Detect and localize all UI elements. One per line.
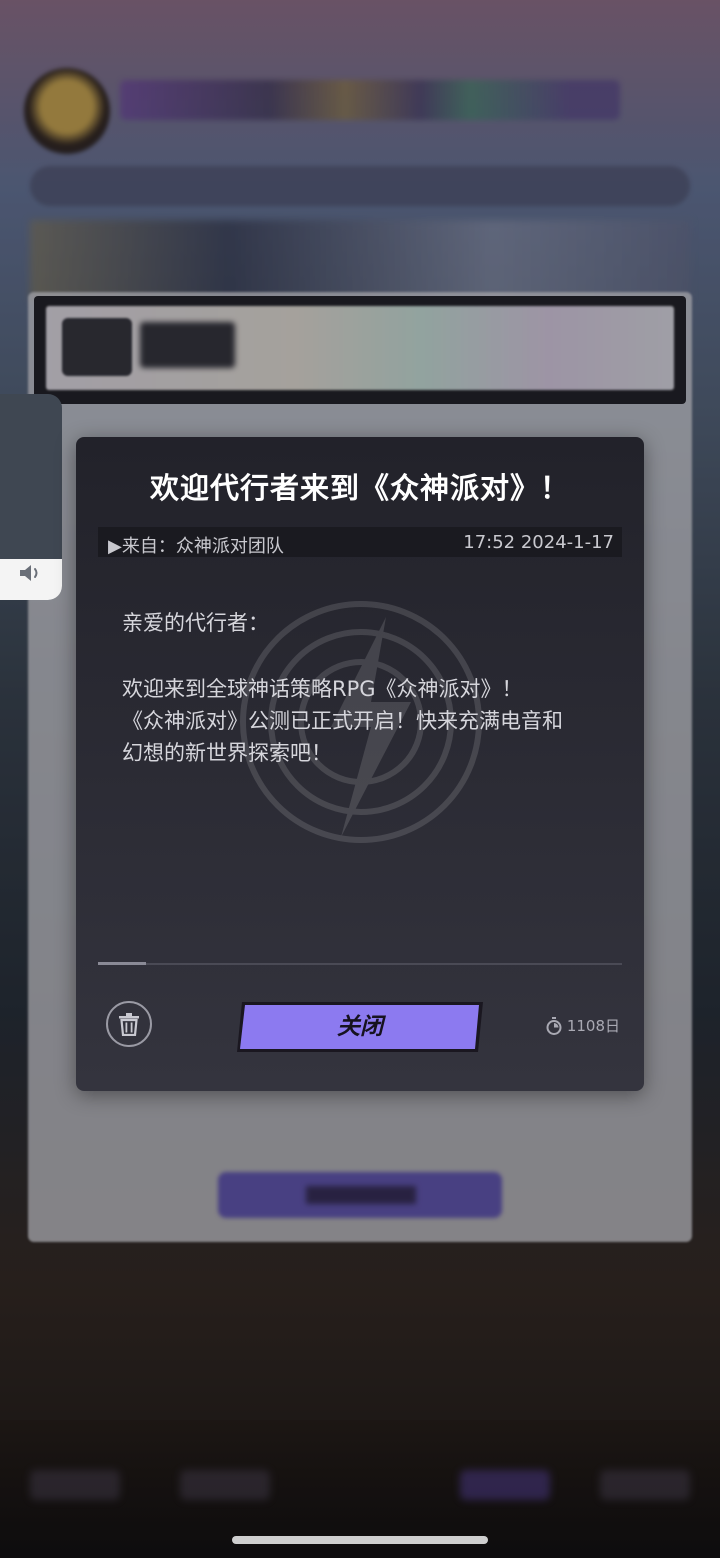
mail-meta-bar: ▶来自：众神派对团队 17:52 2024-1-17	[98, 527, 622, 557]
mail-body-line: 欢迎来到全球神话策略RPG《众神派对》！	[122, 677, 523, 701]
mail-dialog: 欢迎代行者来到《众神派对》！ ▶来自：众神派对团队 17:52 2024-1-1…	[76, 437, 644, 1091]
mail-body-line: 幻想的新世界探索吧！	[122, 741, 332, 765]
volume-hud[interactable]	[0, 394, 62, 600]
mail-timestamp: 17:52 2024-1-17	[463, 532, 614, 553]
delete-mail-button[interactable]	[106, 1001, 152, 1047]
content-scrollbar-thumb[interactable]	[98, 962, 146, 965]
home-indicator[interactable]	[232, 1536, 488, 1544]
mail-title: 欢迎代行者来到《众神派对》！	[149, 471, 570, 505]
mail-expiry: 1108日	[546, 1015, 620, 1036]
trash-icon	[119, 1013, 139, 1036]
content-scrollbar-track[interactable]	[98, 963, 622, 965]
close-button[interactable]: 关闭	[236, 1000, 484, 1054]
mail-sender: ▶来自：众神派对团队	[108, 536, 284, 557]
close-button-label: 关闭	[337, 1014, 383, 1040]
mail-greeting: 亲爱的代行者：	[122, 611, 269, 635]
mail-body-line: 《众神派对》公测已正式开启！快来充满电音和	[122, 709, 563, 733]
timer-icon	[546, 1016, 562, 1035]
expiry-days: 1108日	[566, 1017, 620, 1035]
speaker-icon	[20, 565, 38, 581]
